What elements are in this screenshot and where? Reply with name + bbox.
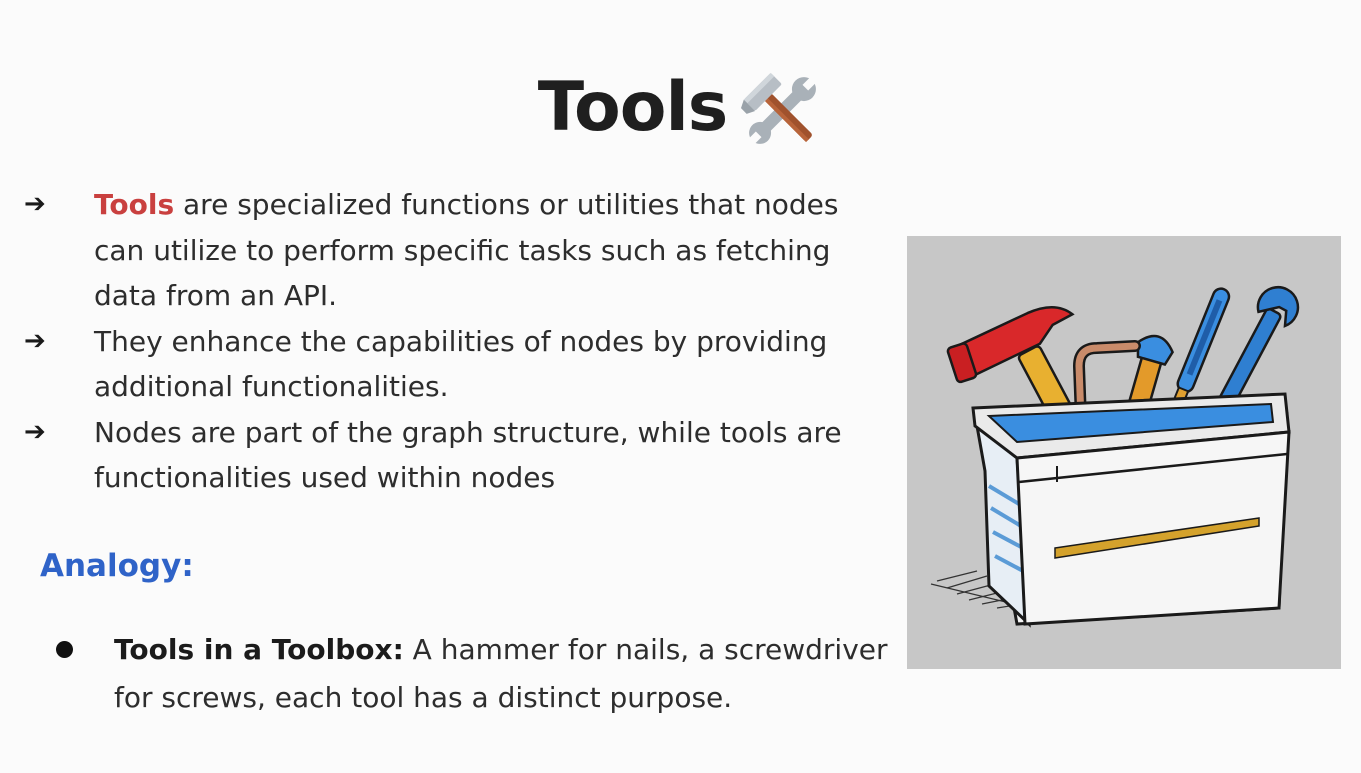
- bullet-item: ➔ Nodes are part of the graph structure,…: [24, 410, 874, 501]
- toolbox-icon: [930, 285, 1300, 628]
- analogy-heading-text: Analogy: [40, 548, 182, 584]
- toolbox-illustration: [907, 236, 1341, 669]
- bullet-text: are specialized functions or utilities t…: [94, 188, 839, 312]
- analogy-term: Tools in a Toolbox: [114, 633, 393, 666]
- analogy-heading: Analogy:: [40, 543, 194, 589]
- bullet-text: Nodes are part of the graph structure, w…: [94, 415, 842, 495]
- analogy-colon: :: [181, 548, 194, 584]
- analogy-item: Tools in a Toolbox: A hammer for nails, …: [54, 626, 914, 721]
- slide-title: Tools: [537, 68, 729, 147]
- tools-highlight: Tools: [94, 188, 175, 221]
- hammer-and-wrench-icon: [741, 70, 823, 152]
- bullet-text: They enhance the capabilities of nodes b…: [94, 324, 828, 404]
- arrow-icon: ➔: [24, 189, 46, 219]
- analogy-separator: :: [392, 633, 404, 666]
- arrow-icon: ➔: [24, 416, 46, 447]
- bullet-item: ➔ Tools are specialized functions or uti…: [24, 182, 874, 319]
- bullet-list: ➔ Tools are specialized functions or uti…: [24, 182, 874, 501]
- arrow-icon: ➔: [24, 325, 46, 356]
- title-row: Tools: [0, 58, 1361, 158]
- bullet-item: ➔ They enhance the capabilities of nodes…: [24, 319, 874, 410]
- bullet-dot-icon: [56, 641, 73, 658]
